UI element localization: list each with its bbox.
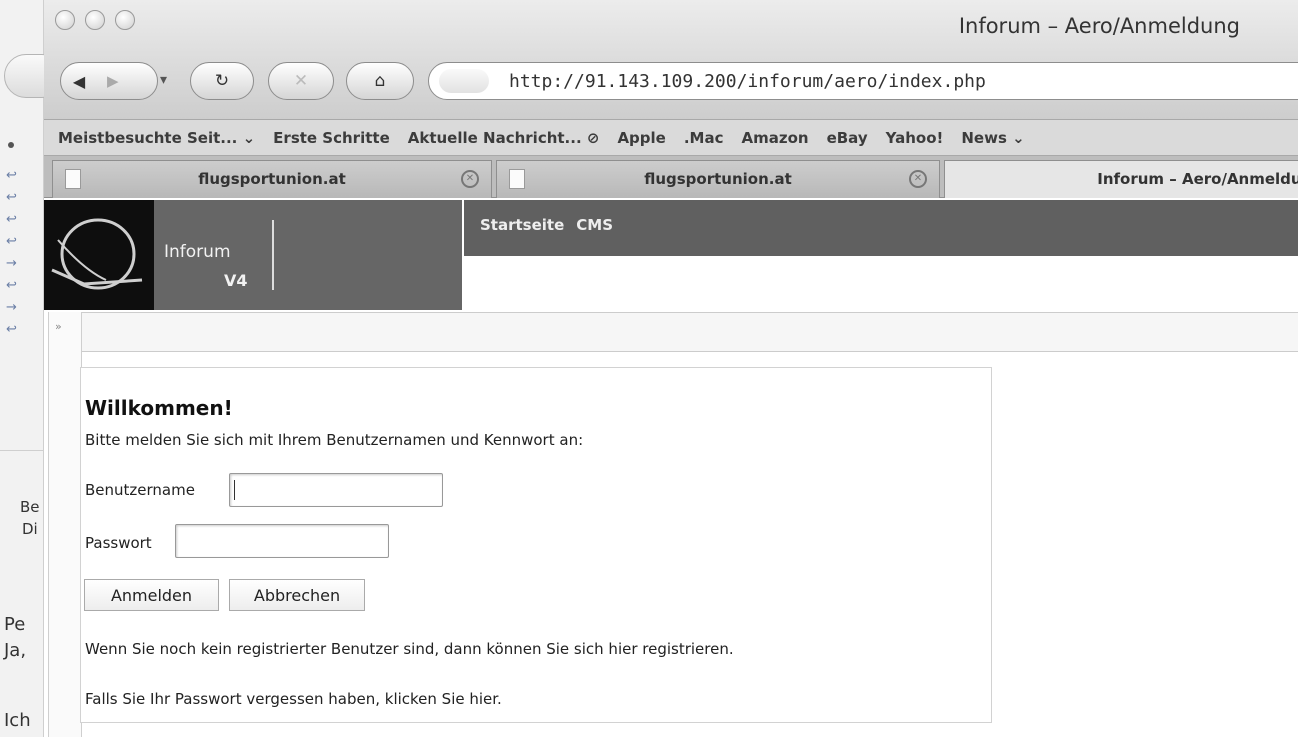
- background-text: Ich: [4, 710, 31, 731]
- home-button[interactable]: ⌂: [346, 62, 414, 100]
- tab-label: flugsportunion.at: [644, 170, 792, 188]
- bookmark-ebay[interactable]: eBay: [827, 129, 868, 147]
- close-tab-icon[interactable]: ✕: [461, 170, 479, 188]
- background-window: ↩ ↩ ↩ ↩ → ↩ → ↩ Be Di Pe Ja, Ich: [0, 0, 64, 737]
- nav-startseite[interactable]: Startseite: [480, 216, 564, 234]
- url-text[interactable]: http://91.143.109.200/inforum/aero/index…: [509, 71, 986, 92]
- tab-bar: flugsportunion.at ✕ flugsportunion.at ✕ …: [44, 156, 1298, 198]
- username-field[interactable]: [229, 473, 443, 507]
- bookmark-amazon[interactable]: Amazon: [742, 129, 809, 147]
- password-label: Passwort: [85, 534, 152, 552]
- site-identity-icon[interactable]: [439, 69, 489, 93]
- close-tab-icon[interactable]: ✕: [909, 170, 927, 188]
- bookmark-yahoo[interactable]: Yahoo!: [886, 129, 944, 147]
- bookmark-getting-started[interactable]: Erste Schritte: [273, 129, 390, 147]
- brand-version: V4: [224, 271, 248, 290]
- brand-name: Inforum: [164, 242, 231, 262]
- sub-toolbar: [82, 312, 1298, 352]
- stop-button[interactable]: ✕: [268, 62, 334, 100]
- browser-window: Inforum – Aero/Anmeldung ◀ ▶ ▾ ↻ ✕ ⌂ htt…: [44, 0, 1298, 737]
- history-dropdown-icon[interactable]: ▾: [160, 72, 167, 88]
- minimize-window-button[interactable]: [85, 10, 105, 30]
- reply-icon: ↩: [6, 322, 17, 337]
- text-caret: [234, 480, 235, 500]
- username-label: Benutzername: [85, 481, 195, 499]
- home-icon: ⌂: [374, 71, 386, 91]
- bookmark-mac[interactable]: .Mac: [684, 129, 724, 147]
- bookmark-news[interactable]: News ⌄: [961, 129, 1024, 147]
- cancel-button[interactable]: Abbrechen: [229, 579, 365, 611]
- reply-icon: ↩: [6, 190, 17, 205]
- tab-flugsportunion-2[interactable]: flugsportunion.at ✕: [496, 160, 940, 198]
- back-forward-button[interactable]: ◀ ▶: [60, 62, 158, 100]
- address-bar[interactable]: http://91.143.109.200/inforum/aero/index…: [428, 62, 1298, 100]
- password-field[interactable]: [175, 524, 389, 558]
- register-note[interactable]: Wenn Sie noch kein registrierter Benutze…: [85, 640, 734, 658]
- background-bullet: [8, 142, 14, 148]
- expand-sidebar-icon[interactable]: »: [55, 320, 62, 333]
- nav-cms[interactable]: CMS: [576, 216, 613, 234]
- login-button[interactable]: Anmelden: [84, 579, 219, 611]
- sidebar-collapsed: »: [48, 312, 82, 737]
- tab-flugsportunion-1[interactable]: flugsportunion.at ✕: [52, 160, 492, 198]
- bookmarks-bar: Meistbesuchte Seit... ⌄ Erste Schritte A…: [44, 120, 1298, 156]
- reply-icon: ↩: [6, 234, 17, 249]
- window-title: Inforum – Aero/Anmeldung: [958, 14, 1240, 38]
- welcome-heading: Willkommen!: [85, 396, 233, 420]
- tab-label: flugsportunion.at: [198, 170, 346, 188]
- back-arrow-icon[interactable]: ◀: [61, 63, 97, 99]
- reply-icon: ↩: [6, 212, 17, 227]
- background-divider: [0, 450, 44, 451]
- reply-icon: ↩: [6, 168, 17, 183]
- reply-icon: ↩: [6, 278, 17, 293]
- app-header: Inforum V4 Startseite CMS: [44, 200, 1298, 310]
- forward-icon: →: [6, 300, 17, 315]
- top-navigation: Startseite CMS: [464, 200, 1298, 256]
- login-instructions: Bitte melden Sie sich mit Ihrem Benutzer…: [85, 431, 584, 449]
- bookmark-apple[interactable]: Apple: [617, 129, 665, 147]
- bookmark-latest-news[interactable]: Aktuelle Nachricht... ⊘: [408, 129, 600, 147]
- background-text: Ja,: [4, 640, 27, 661]
- background-text: Pe: [4, 614, 26, 635]
- background-reply-icons: ↩ ↩ ↩ ↩ → ↩ → ↩: [6, 165, 26, 341]
- brand-panel: Inforum V4: [154, 200, 462, 310]
- logo-icon: [51, 218, 143, 290]
- forgot-password-note[interactable]: Falls Sie Ihr Passwort vergessen haben, …: [85, 690, 502, 708]
- reload-icon: ↻: [214, 71, 230, 91]
- title-bar: Inforum – Aero/Anmeldung ◀ ▶ ▾ ↻ ✕ ⌂ htt…: [44, 0, 1298, 120]
- inforum-logo[interactable]: [44, 200, 154, 310]
- background-text: Di: [22, 520, 38, 538]
- tab-label: Inforum – Aero/Anmeldur: [1097, 170, 1298, 188]
- forward-arrow-icon[interactable]: ▶: [107, 72, 119, 90]
- zoom-window-button[interactable]: [115, 10, 135, 30]
- login-panel: Willkommen! Bitte melden Sie sich mit Ih…: [80, 367, 992, 723]
- stop-icon: ✕: [293, 71, 309, 91]
- background-text: Be: [20, 498, 40, 516]
- reload-button[interactable]: ↻: [190, 62, 254, 100]
- close-window-button[interactable]: [55, 10, 75, 30]
- bookmark-most-visited[interactable]: Meistbesuchte Seit... ⌄: [58, 129, 255, 147]
- forward-icon: →: [6, 256, 17, 271]
- tab-inforum-login[interactable]: Inforum – Aero/Anmeldur: [944, 160, 1298, 198]
- brand-divider: [272, 220, 274, 290]
